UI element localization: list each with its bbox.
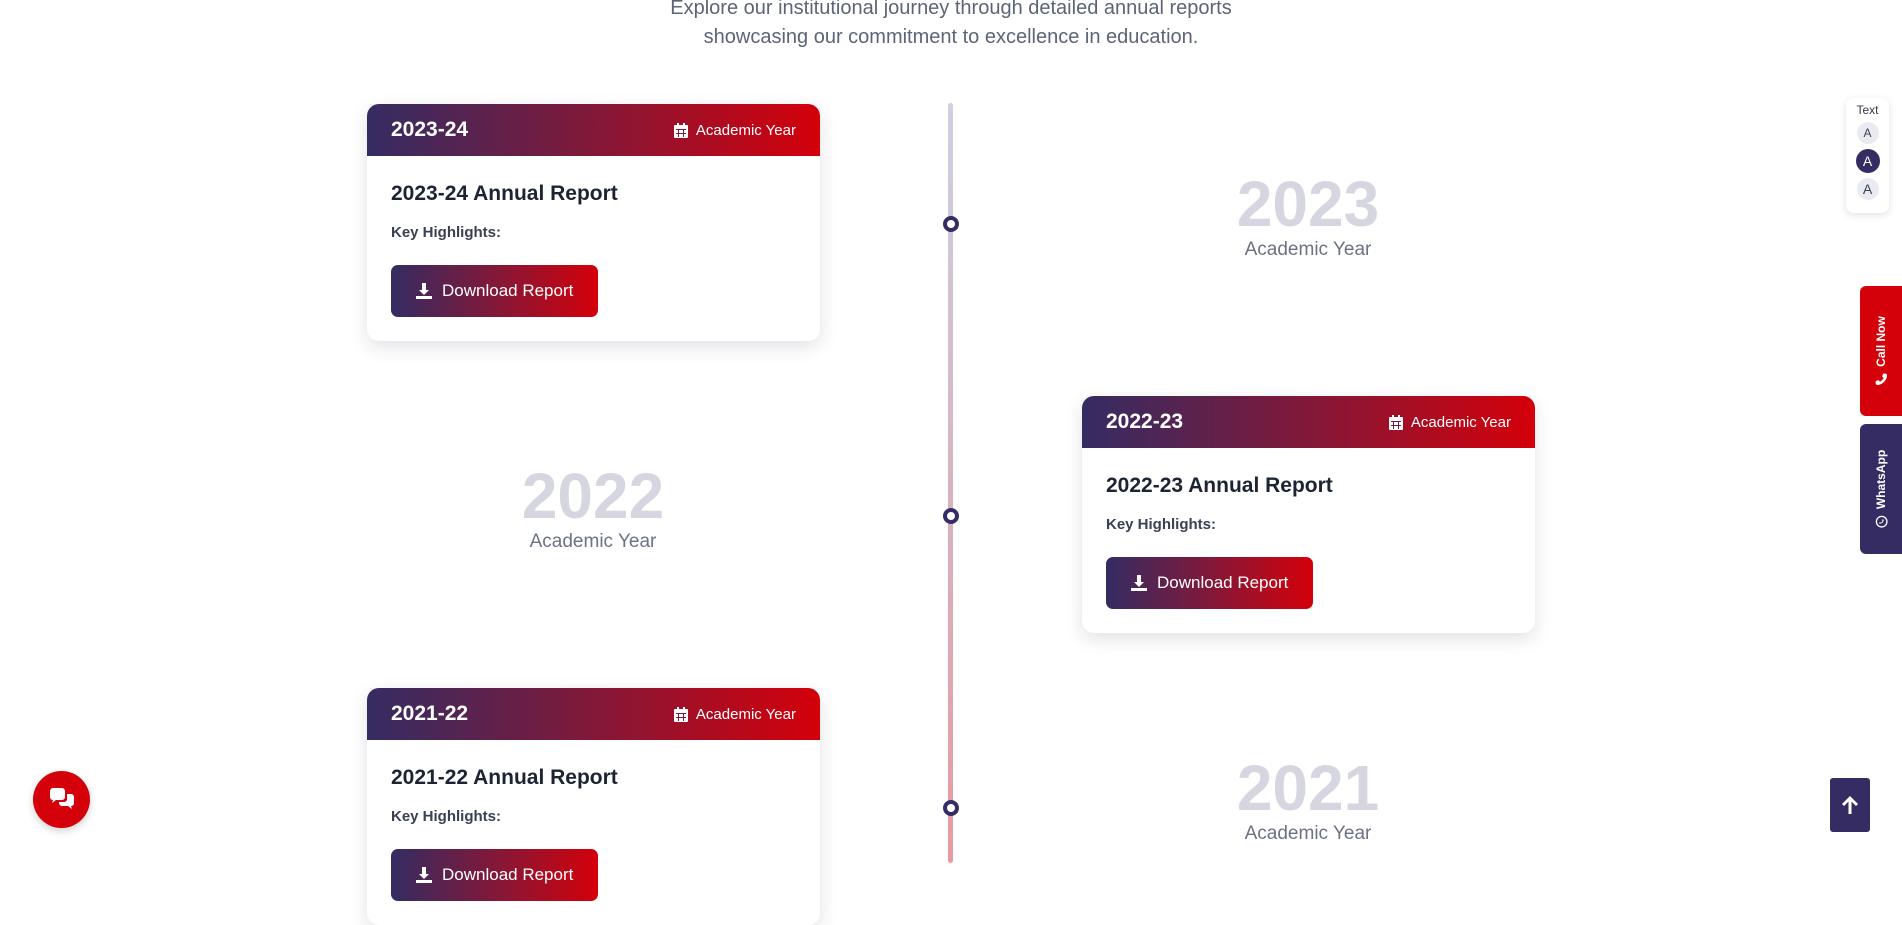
academic-year-label: Academic Year — [695, 705, 796, 723]
chat-button[interactable] — [33, 771, 90, 828]
call-now-tab[interactable]: Call Now — [1860, 286, 1902, 416]
card-title: 2022-23 Annual Report — [1106, 474, 1333, 497]
download-report-label: Download Report — [442, 281, 574, 300]
download-icon — [416, 867, 432, 883]
big-year-number: 2022 — [521, 460, 665, 532]
text-size-small-button[interactable]: A — [1856, 122, 1879, 144]
big-year-2022: 2022 Academic Year — [443, 461, 743, 553]
card-body: 2022-23 Annual Report Key Highlights: Do… — [1082, 448, 1535, 633]
download-report-button[interactable]: Download Report — [391, 265, 599, 317]
key-highlights-label: Key Highlights: — [1106, 516, 1217, 533]
year-tag: 2022-23 — [1106, 410, 1184, 433]
report-card-2021-22: 2021-22 Academic Year 2021-22 Annual Rep… — [367, 688, 820, 925]
calendar-icon — [1388, 414, 1403, 430]
card-header: 2023-24 Academic Year — [367, 104, 820, 156]
card-title: 2021-22 Annual Report — [391, 766, 618, 789]
big-year-label: Academic Year — [1244, 239, 1372, 260]
academic-year-badge: Academic Year — [1388, 413, 1511, 431]
report-card-2023-24: 2023-24 Academic Year 2023-24 Annual Rep… — [367, 104, 820, 341]
download-report-label: Download Report — [1157, 573, 1289, 592]
calendar-icon — [673, 122, 688, 138]
big-year-2023: 2023 Academic Year — [1158, 169, 1458, 261]
phone-icon — [1875, 373, 1887, 386]
calendar-icon — [673, 706, 688, 722]
chat-icon — [49, 787, 74, 809]
academic-year-badge: Academic Year — [673, 121, 796, 139]
download-icon — [416, 283, 432, 299]
text-size-panel: Text A A A — [1846, 98, 1889, 213]
call-now-label: Call Now — [1874, 316, 1889, 367]
card-body: 2021-22 Annual Report Key Highlights: Do… — [367, 740, 820, 925]
key-highlights-label: Key Highlights: — [391, 808, 502, 825]
timeline-dot-2022 — [943, 508, 959, 524]
academic-year-label: Academic Year — [695, 121, 796, 139]
year-tag: 2021-22 — [391, 702, 469, 725]
timeline-dot-2021 — [943, 800, 959, 816]
card-header: 2021-22 Academic Year — [367, 688, 820, 740]
card-header: 2022-23 Academic Year — [1082, 396, 1535, 448]
big-year-2021: 2021 Academic Year — [1158, 753, 1458, 845]
download-icon — [1131, 575, 1147, 591]
download-report-button[interactable]: Download Report — [391, 849, 599, 901]
download-report-label: Download Report — [442, 865, 574, 884]
back-to-top-button[interactable] — [1830, 778, 1870, 832]
intro-text: Explore our institutional journey throug… — [0, 0, 1902, 52]
academic-year-label: Academic Year — [1410, 413, 1511, 431]
big-year-number: 2023 — [1236, 168, 1380, 240]
year-tag: 2023-24 — [391, 118, 469, 141]
academic-year-badge: Academic Year — [673, 705, 796, 723]
whatsapp-label: WhatsApp — [1874, 449, 1889, 510]
whatsapp-icon — [1875, 515, 1887, 528]
report-card-2022-23: 2022-23 Academic Year 2022-23 Annual Rep… — [1082, 396, 1535, 633]
download-report-button[interactable]: Download Report — [1106, 557, 1314, 609]
arrow-up-icon — [1842, 796, 1858, 814]
text-size-label: Text — [1856, 103, 1879, 117]
key-highlights-label: Key Highlights: — [391, 224, 502, 241]
big-year-label: Academic Year — [1244, 823, 1372, 844]
text-size-medium-button[interactable]: A — [1855, 149, 1880, 173]
text-size-large-button[interactable]: A — [1856, 178, 1879, 200]
card-body: 2023-24 Annual Report Key Highlights: Do… — [367, 156, 820, 341]
intro-line-1: Explore our institutional journey throug… — [670, 0, 1232, 19]
card-title: 2023-24 Annual Report — [391, 182, 618, 205]
intro-line-2: showcasing our commitment to excellence … — [703, 26, 1199, 48]
whatsapp-tab[interactable]: WhatsApp — [1860, 424, 1902, 554]
big-year-number: 2021 — [1236, 752, 1380, 824]
big-year-label: Academic Year — [529, 531, 657, 552]
timeline-dot-2023 — [943, 216, 959, 232]
